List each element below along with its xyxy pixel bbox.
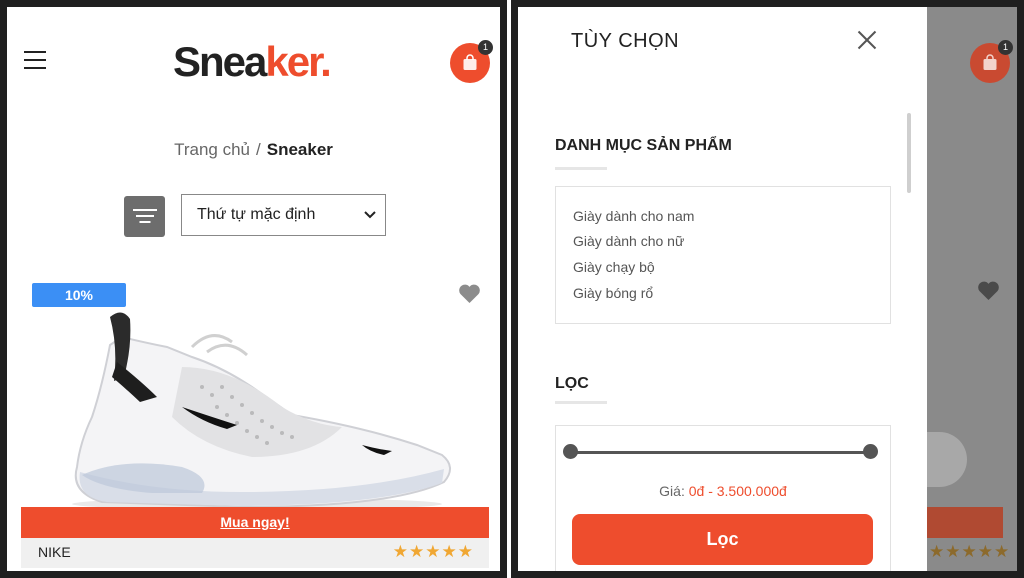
close-icon[interactable] (856, 29, 878, 51)
sort-selected-value: Thứ tự mặc định (197, 206, 316, 223)
cart-button[interactable]: 1 (450, 40, 493, 83)
filter-heading: LỌC (555, 375, 589, 392)
shopping-bag-icon (463, 54, 477, 70)
category-heading: DANH MỤC SẢN PHẨM (555, 137, 732, 154)
logo-text-accent: ker. (265, 38, 331, 85)
category-item-men[interactable]: Giày dành cho nam (573, 208, 694, 224)
category-heading-underline (555, 167, 607, 170)
filter-icon-line (139, 221, 150, 223)
chevron-down-icon (364, 195, 376, 250)
apply-filter-button[interactable]: Lọc (572, 514, 873, 565)
product-brand: NIKE (38, 544, 71, 560)
sort-order-select[interactable]: Thứ tự mặc định (181, 194, 386, 236)
dimmed-background-overlay[interactable]: 1 ★★★★★ (927, 7, 1017, 571)
filter-icon-line (135, 215, 154, 217)
favorite-heart-icon-dimmed (977, 280, 1000, 306)
panel-title: TÙY CHỌN (571, 30, 680, 52)
filter-heading-underline (555, 401, 607, 404)
breadcrumb-current: Sneaker (266, 140, 333, 159)
rating-stars-dimmed: ★★★★★ (929, 542, 1011, 561)
filter-drawer-screen: 1 ★★★★★ TÙY CHỌN DANH MỤC SẢN PHẨM Giày … (511, 0, 1024, 578)
favorite-heart-icon[interactable] (458, 283, 481, 309)
discount-badge: 10% (32, 283, 126, 307)
category-item-women[interactable]: Giày dành cho nữ (573, 233, 684, 249)
filter-panel: TÙY CHỌN DANH MỤC SẢN PHẨM Giày dành cho… (518, 7, 927, 571)
price-range-text: Giá: 0đ - 3.500.000đ (556, 483, 890, 499)
buy-now-button[interactable]: Mua ngay! (21, 507, 489, 538)
breadcrumb-separator: / (256, 140, 261, 159)
category-item-running[interactable]: Giày chạy bộ (573, 259, 655, 275)
shopping-bag-icon (983, 54, 997, 70)
price-label: Giá: (659, 483, 685, 499)
category-item-basketball[interactable]: Giày bóng rổ (573, 285, 653, 301)
product-image-sneaker[interactable] (62, 307, 452, 512)
logo-text-main: Snea (173, 38, 267, 85)
filter-icon-line (132, 209, 157, 211)
product-image-dimmed (927, 432, 967, 487)
hamburger-menu-icon[interactable] (24, 51, 46, 69)
price-slider-track[interactable] (570, 451, 870, 454)
breadcrumb-home-link[interactable]: Trang chủ (174, 140, 250, 159)
product-info-row: NIKE ★★★★★ (21, 538, 489, 568)
rating-stars: ★★★★★ (392, 542, 474, 561)
filter-toggle-button[interactable] (124, 196, 165, 237)
breadcrumb: Trang chủ / Sneaker (7, 140, 500, 160)
product-listing-screen: Sneaker. 1 Trang chủ / Sneaker Thứ tự mặc … (0, 0, 507, 578)
price-range-value: 0đ - 3.500.000đ (688, 483, 787, 499)
cart-count-badge: 1 (478, 40, 493, 55)
price-slider-min-handle[interactable] (562, 444, 578, 459)
cart-count-badge: 1 (998, 40, 1013, 55)
site-logo[interactable]: Sneaker. (173, 37, 332, 87)
price-slider-max-handle[interactable] (862, 444, 878, 459)
price-filter-box: Giá: 0đ - 3.500.000đ Lọc (555, 425, 891, 571)
buy-now-button-dimmed (927, 507, 1003, 538)
panel-scrollbar[interactable] (907, 113, 911, 193)
cart-button-dimmed: 1 (970, 40, 1013, 83)
category-list: Giày dành cho nam Giày dành cho nữ Giày … (555, 186, 891, 324)
